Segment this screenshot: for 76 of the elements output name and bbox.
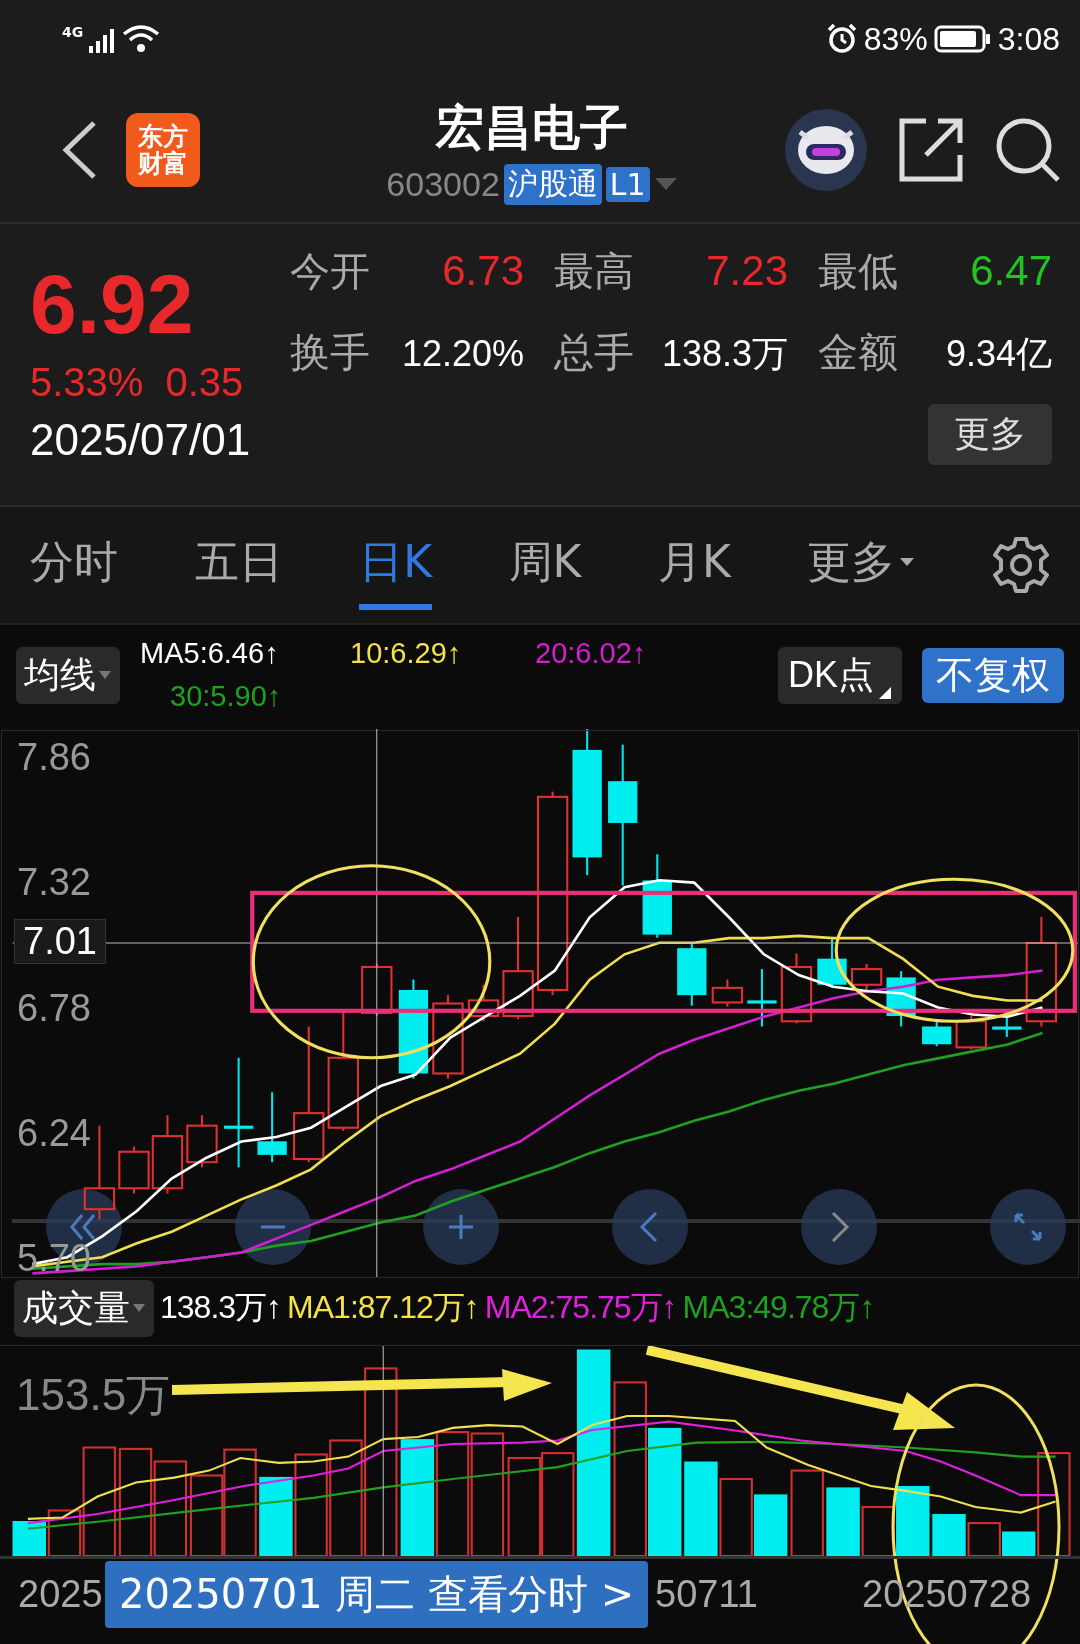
field-value: 6.73 <box>442 247 524 295</box>
candlestick <box>850 963 883 990</box>
price-axis-label: 7.32 <box>17 861 91 905</box>
field-value: 138.3万 <box>661 332 788 376</box>
candlestick <box>886 971 916 1027</box>
current-price: 6.92 <box>30 262 195 346</box>
volume-axis-label: 153.5万 <box>16 1369 171 1421</box>
candlestick <box>361 963 393 1017</box>
candlestick <box>257 1092 287 1163</box>
change-amount: 0.35 <box>165 360 244 405</box>
indicator-selector[interactable]: 成交量 <box>14 1279 154 1337</box>
candlestick <box>780 953 813 1024</box>
moving-average-value: 20:6.02↑ <box>535 637 648 670</box>
indicator-selector[interactable]: 均线 <box>16 646 120 704</box>
candlestick <box>955 1016 987 1050</box>
battery-icon <box>933 25 992 53</box>
battery-percent: 83% <box>863 20 928 58</box>
stock-name: 宏昌电子 <box>436 97 628 157</box>
price-axis-label: 6.24 <box>17 1112 91 1156</box>
dropdown-icon <box>132 1302 146 1314</box>
candlestick <box>747 969 777 1027</box>
field-value: 9.34亿 <box>945 332 1052 376</box>
field-label: 最低 <box>818 247 898 296</box>
field-label: 金额 <box>818 328 898 377</box>
candlestick <box>467 984 500 1022</box>
volume-average-value: MA1:87.12万↑ <box>287 1288 479 1327</box>
more-tab[interactable]: 更多 <box>807 520 916 610</box>
change-percent: 5.33% <box>30 360 144 405</box>
candlestick <box>186 1115 218 1168</box>
cursor-price-label: 7.01 <box>14 919 106 964</box>
view-intraday-button[interactable]: 20250701 周二 查看分时 > <box>105 1561 649 1628</box>
adjustment-button[interactable]: 不复权 <box>922 647 1064 703</box>
moving-average-value: MA5:6.46↑ <box>140 637 280 670</box>
field-label: 换手 <box>290 328 370 377</box>
app-logo: 东方 财富 <box>126 113 200 187</box>
quote-date: 2025/07/01 <box>30 415 252 465</box>
settings-icon[interactable] <box>991 536 1050 594</box>
market-tag: 沪股通 <box>503 163 602 205</box>
volume-average-value: 138.3万↑ <box>160 1288 282 1327</box>
volume-average-value: MA2:75.75万↑ <box>484 1288 677 1327</box>
more-button[interactable]: 更多 <box>928 404 1052 465</box>
share-icon[interactable] <box>898 117 964 183</box>
field-label: 总手 <box>554 328 634 377</box>
date-axis-label: 50711 <box>655 1573 758 1616</box>
field-value: 7.23 <box>706 247 788 295</box>
price-axis-label: 7.86 <box>17 736 91 780</box>
date-axis-label: 2025 <box>18 1573 103 1616</box>
volume-average-value: MA3:49.78万↑ <box>682 1288 875 1327</box>
field-value: 6.47 <box>970 247 1052 295</box>
period-tab[interactable]: 五日 <box>194 520 283 610</box>
candlestick <box>677 943 707 1006</box>
wifi-icon <box>121 24 162 54</box>
candlestick <box>817 937 847 988</box>
alarm-icon <box>825 23 858 55</box>
period-tab[interactable]: 日K <box>359 520 432 610</box>
moving-average-value: 30:5.90↑ <box>169 680 283 713</box>
period-tab[interactable]: 分时 <box>30 520 118 610</box>
period-tab[interactable]: 月K <box>657 520 731 610</box>
dropdown-icon <box>98 669 112 681</box>
candlestick <box>711 979 744 1007</box>
market-tag: L1 <box>605 166 650 202</box>
search-icon[interactable] <box>994 116 1062 184</box>
price-axis-label: 6.78 <box>17 986 91 1030</box>
candlestick <box>922 1021 952 1047</box>
moving-average-value: 10:6.29↑ <box>350 637 463 670</box>
clock-time: 3:08 <box>997 20 1060 58</box>
robot-avatar-icon[interactable] <box>784 108 868 192</box>
field-value: 12.20% <box>401 333 524 375</box>
period-tab[interactable]: 周K <box>508 520 582 610</box>
corner-triangle-icon <box>878 685 892 700</box>
stock-code: 603002 <box>386 164 500 204</box>
dk-point-button[interactable]: DK点 <box>778 646 902 704</box>
field-label: 今开 <box>290 247 370 296</box>
network-label: 4G <box>62 24 84 40</box>
field-label: 最高 <box>554 247 634 296</box>
dropdown-icon <box>899 556 916 568</box>
